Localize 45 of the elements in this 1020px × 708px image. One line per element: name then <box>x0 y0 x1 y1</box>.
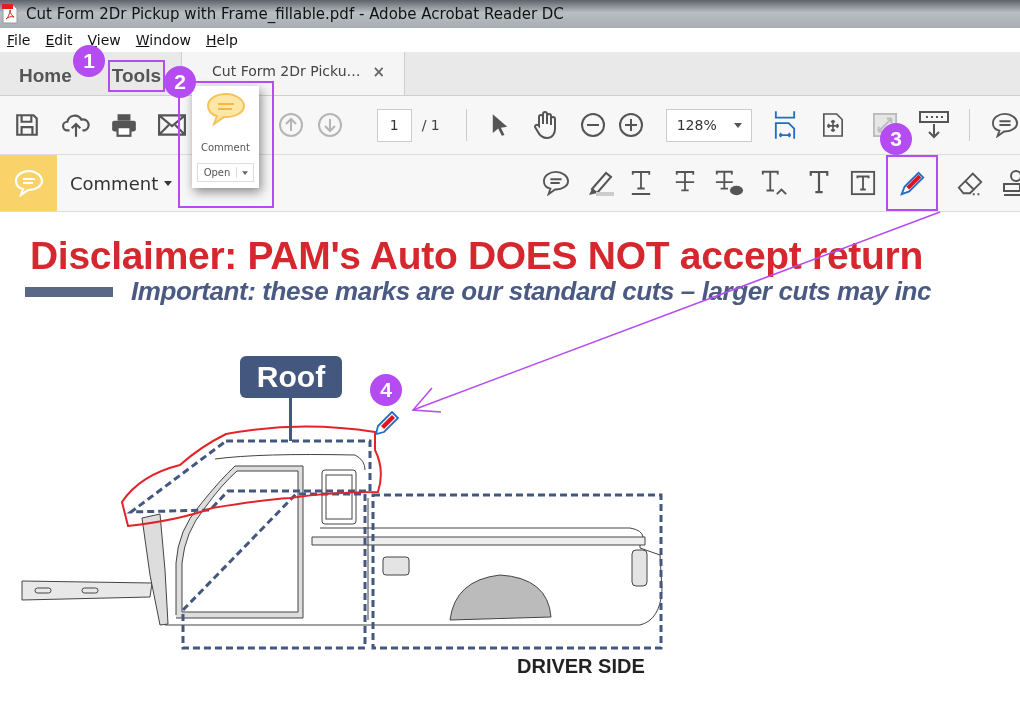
nav-tab[interactable]: Home <box>15 59 76 92</box>
window-title: Cut Form 2Dr Pickup with Frame_fillable.pdf - Adobe Acrobat Reader DC <box>26 5 564 23</box>
pencil-icon[interactable] <box>886 155 938 211</box>
nav-tab[interactable]: Tools <box>107 59 166 92</box>
caret-icon <box>164 180 173 186</box>
zoom-out-icon[interactable] <box>579 112 606 138</box>
comment-bubble-icon <box>13 169 44 197</box>
roof-label: Roof <box>240 356 342 398</box>
hand-icon[interactable] <box>532 111 559 139</box>
mail-icon[interactable] <box>158 114 186 136</box>
page-total: / 1 <box>421 117 440 133</box>
pdf-file-icon <box>2 4 18 24</box>
zoom-in-icon[interactable] <box>617 112 644 138</box>
menu-item[interactable]: Window <box>135 32 192 48</box>
page-number-field[interactable]: 1 <box>377 108 412 142</box>
open-button[interactable]: Open <box>196 163 255 182</box>
caret-icon <box>242 170 249 175</box>
comment-bubble-icon[interactable] <box>990 112 1020 138</box>
print-icon[interactable] <box>110 112 138 138</box>
tool-card-label: Comment <box>201 142 250 153</box>
menu-item[interactable]: Help <box>206 32 238 48</box>
fit-width-icon[interactable] <box>774 110 796 140</box>
sticky-note-icon[interactable] <box>542 170 570 196</box>
menu-item[interactable]: Edit <box>45 32 73 48</box>
page-move-icon[interactable] <box>822 111 844 139</box>
underline-text-icon[interactable] <box>630 169 652 197</box>
stamp-icon[interactable] <box>1002 168 1020 198</box>
upload-cloud-icon[interactable] <box>62 112 90 138</box>
keyboard-arrow-icon[interactable] <box>919 111 949 139</box>
cursor-icon[interactable] <box>490 112 509 138</box>
text-comment-icon[interactable] <box>714 169 744 197</box>
driver-side-label: DRIVER SIDE <box>517 655 645 678</box>
comment-menu[interactable]: Comment <box>70 172 173 194</box>
close-icon[interactable]: × <box>372 63 386 81</box>
disclaimer-heading: Disclaimer: PAM's Auto DOES NOT accept return <box>29 233 924 278</box>
pencil-cursor-icon <box>374 410 400 436</box>
text-box-icon[interactable] <box>850 170 876 196</box>
caret-icon <box>734 122 742 128</box>
insert-text-icon[interactable] <box>760 169 788 197</box>
menu-item[interactable]: File <box>7 32 31 48</box>
zoom-dropdown[interactable]: 128% <box>665 108 752 142</box>
menu-item[interactable]: View <box>87 32 121 48</box>
save-icon[interactable] <box>14 112 40 138</box>
comment-bubble-icon <box>205 92 246 128</box>
highlighter-icon[interactable] <box>586 169 616 197</box>
